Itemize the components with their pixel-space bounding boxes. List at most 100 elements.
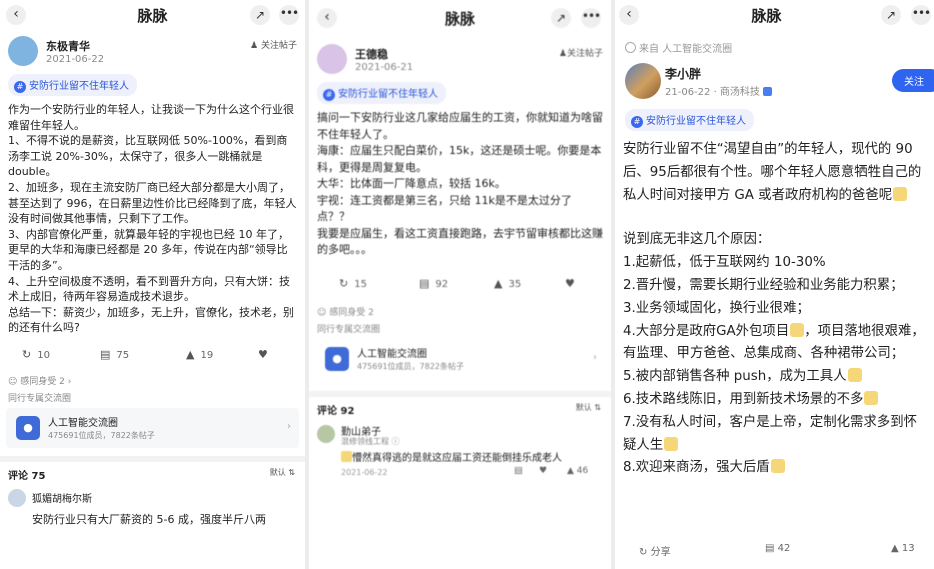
emoji-icon — [770, 459, 785, 474]
topic-tag[interactable]: # 安防行业留不住年轻人 — [317, 82, 446, 104]
emoji-icon — [847, 368, 862, 383]
post-paragraph: 1、不得不说的是薪资，比互联网低 50%-100%，看到商汤李工说 20%-30… — [8, 134, 288, 179]
comment-icon: ▤ — [419, 276, 430, 290]
sort-dropdown[interactable]: 默认 ⇅ — [270, 467, 295, 478]
reaction-icon: ☺ — [317, 307, 327, 318]
hash-icon: # — [631, 116, 643, 128]
topic-tag[interactable]: # 安防行业留不住年轻人 — [625, 109, 754, 131]
post-paragraph: 4、上升空间极度不透明，看不到晋升方向，只有大饼：技术上成旧，待两年容易造成技术… — [8, 274, 290, 304]
source-circle[interactable]: 来自 人工智能交流圈 — [625, 40, 924, 55]
avatar[interactable] — [8, 36, 38, 66]
comment-item: 勤山弟子 混修领线工程 ⓘ 懵然真得逃的是就这应届工资还能倒挂乐成老人 2021… — [309, 419, 611, 485]
post-body: 作为一个安防行业的年轻人，让我谈一下为什么这个行业很难留住年轻人。 1、不得不说… — [8, 102, 297, 336]
post-paragraph: 作为一个安防行业的年轻人，让我谈一下为什么这个行业很难留住年轻人。 — [8, 103, 294, 132]
follow-button[interactable]: 关注 — [892, 69, 934, 92]
more-icon[interactable]: ••• — [911, 5, 931, 25]
post-body: 搞问一下安防行业这几家给应届生的工资，你就知道为啥留不住年轻人了。 海康：应届生… — [317, 110, 603, 259]
reaction-icon: ☺ — [8, 376, 18, 387]
post-body: 安防行业留不住“渴望自由”的年轻人，现代的 90 后、95后都很有个性。哪个年轻… — [623, 139, 928, 480]
comments-count: 评论 92 — [317, 405, 355, 417]
follow-icon: ♟ — [558, 49, 567, 59]
emoji-icon — [664, 436, 679, 451]
avatar[interactable] — [625, 63, 661, 99]
post-author: 东极青华 2021-06-22 ♟ 关注帖子 — [0, 30, 305, 66]
emoji-icon — [790, 322, 805, 337]
share-action[interactable]: ↻ 分享 — [639, 543, 671, 558]
post-intro: 安防行业留不住“渴望自由”的年轻人，现代的 90 后、95后都很有个性。哪个年轻… — [623, 142, 922, 203]
top-bar: ‹ 脉脉 ↗ ••• — [0, 0, 305, 30]
post-actions: ↻ 15 ▤ 92 ▲ 35 ♥ — [309, 273, 611, 299]
like-action[interactable]: ▲ 19 — [186, 348, 213, 361]
post-paragraph: 大华：比体面一厂降意点，较括 16k。 — [317, 177, 506, 190]
reaction-summary[interactable]: ☺ 感同身受 2 — [317, 305, 603, 318]
comment-icon: ▤ — [765, 543, 775, 554]
avatar[interactable] — [317, 424, 335, 443]
circle-meta: 475691位成员，7822条帖子 — [357, 361, 464, 371]
post-paragraph: 总结一下：薪资少，加班多，无上升，官僚化，技术老，别的还有什么吗? — [8, 305, 294, 335]
post-paragraph: 宇视：连工资都是第三名，只给 11k是不是太过分了点？？ — [317, 193, 572, 224]
avatar[interactable] — [317, 44, 347, 74]
sort-icon: ⇅ — [288, 467, 295, 477]
comments-count: 评论 75 — [8, 470, 46, 482]
author-name[interactable]: 东极青华 — [46, 38, 90, 54]
comment-like[interactable]: ▲ 46 — [567, 466, 588, 476]
comment-reply-icon[interactable]: ▤ — [514, 466, 523, 476]
post-actions: ↻ 10 ▤ 75 ▲ 19 ♥ — [0, 344, 305, 370]
circle-name: 人工智能交流圈 — [357, 348, 427, 360]
broken-heart-icon: ♥ — [258, 347, 268, 361]
share-icon: ↻ — [22, 347, 32, 361]
comment-action[interactable]: ▤ 92 — [419, 277, 448, 290]
share-icon[interactable]: ↗ — [551, 8, 571, 28]
comments-header: 评论 92 默认 ⇅ — [309, 390, 611, 419]
reasons-title: 说到底无非这几个原因： — [623, 232, 771, 248]
sort-dropdown[interactable]: 默认 ⇅ — [576, 402, 601, 413]
thumbs-up-icon: ▲ — [186, 347, 195, 361]
circle-card[interactable]: ● 人工智能交流圈 475691位成员，7822条帖子 › — [315, 338, 605, 379]
reason-item: 2.晋升慢，需要长期行业经验和业务能力积累； — [623, 277, 904, 293]
comment-action[interactable]: ▤ 42 — [765, 543, 790, 554]
circle-name: 人工智能交流圈 — [48, 417, 118, 429]
thumbs-up-icon: ▲ — [567, 465, 574, 476]
commenter-name[interactable]: 狐媚胡梅尔斯 — [32, 490, 92, 505]
comment-dislike-icon[interactable]: ♥ — [539, 466, 547, 476]
share-action[interactable]: ↻ 10 — [22, 348, 50, 361]
dislike-action[interactable]: ♥ — [258, 348, 274, 361]
hash-icon: # — [14, 81, 26, 93]
top-bar: ‹ 脉脉 ↗ ••• — [615, 0, 934, 30]
reason-item: 4.大部分是政府GA外包项目 ，项目落地很艰难，有监理、甲方爸爸、总集成商、各种裙… — [623, 322, 925, 362]
post-paragraph: 我要是应届生，看这工资直接跑路，去宇节留审核都比这赚的多吧。。。 — [317, 226, 603, 257]
post-paragraph: 2、加班多，现在主流安防厂商已经大部分都是大小周了，甚至达到了 996，在日薪里… — [8, 180, 297, 226]
circle-card[interactable]: ● 人工智能交流圈 475691位成员，7822条帖子 › — [6, 407, 299, 448]
follow-post-button[interactable]: ♟关注帖子 — [559, 46, 603, 59]
avatar[interactable] — [8, 488, 26, 507]
thumbs-up-icon: ▲ — [891, 543, 899, 554]
share-action[interactable]: ↻ 15 — [339, 277, 367, 290]
author-name[interactable]: 王德稳 — [355, 46, 388, 62]
share-icon[interactable]: ↗ — [250, 5, 270, 25]
emoji-icon — [341, 450, 352, 462]
broken-heart-icon: ♥ — [565, 276, 575, 290]
comment-icon: ▤ — [100, 347, 111, 361]
more-icon[interactable]: ••• — [279, 5, 299, 25]
sort-icon: ⇅ — [594, 402, 601, 412]
reason-item: 5.被内部销售各种 push，成为工具人 — [623, 366, 928, 389]
reaction-summary[interactable]: ☺ 感同身受 2 › — [8, 374, 297, 387]
dislike-action[interactable]: ♥ — [565, 277, 581, 290]
circle-meta: 475691位成员，7822条帖子 — [48, 430, 155, 440]
reason-item: 6.技术路线陈旧，用到新技术场景的不多 — [623, 389, 928, 412]
reason-item: 3.业务领域固化，换行业很难； — [623, 300, 810, 316]
robot-icon: ● — [325, 346, 349, 371]
comment-action[interactable]: ▤ 75 — [100, 348, 129, 361]
comment-date: 2021-06-22 — [341, 467, 388, 477]
topic-tag[interactable]: # 安防行业留不住年轻人 — [8, 74, 137, 96]
like-action[interactable]: ▲ 13 — [891, 543, 915, 554]
chevron-right-icon: › — [287, 420, 291, 432]
like-action[interactable]: ▲ 35 — [494, 277, 521, 290]
more-icon[interactable]: ••• — [581, 8, 601, 28]
share-icon: ↻ — [339, 276, 349, 290]
follow-post-button[interactable]: ♟ 关注帖子 — [250, 38, 297, 51]
share-icon[interactable]: ↗ — [881, 5, 901, 25]
author-name[interactable]: 李小胖 — [665, 65, 701, 82]
post-date: 2021-06-22 — [46, 54, 105, 65]
commenter-meta: 混修领线工程 ⓘ — [341, 436, 400, 446]
